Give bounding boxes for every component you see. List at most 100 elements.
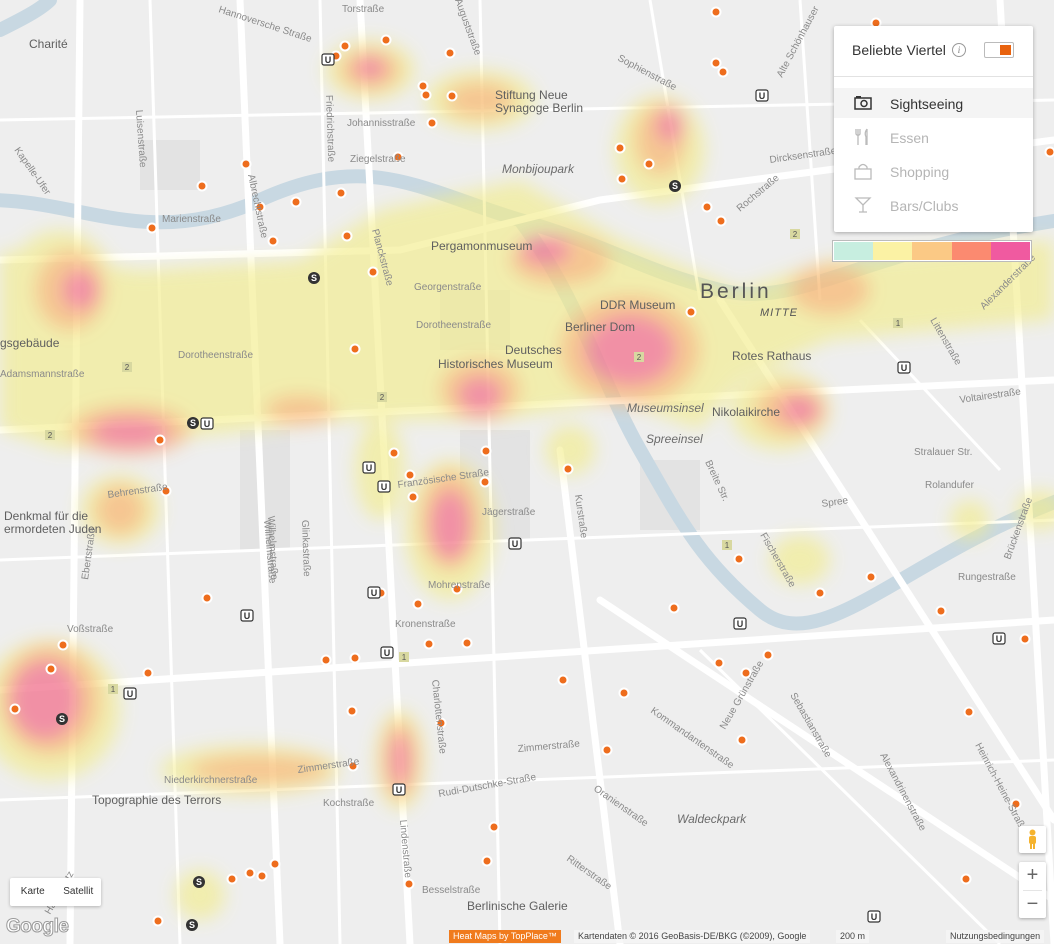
ubahn-icon[interactable]: U [381,482,388,492]
poi-label[interactable]: Berlinische Galerie [467,899,568,913]
poi-label[interactable]: Synagoge Berlin [495,101,583,115]
poi-label[interactable]: Nikolaikirche [712,405,780,419]
poi-label[interactable]: Rotes Rathaus [732,349,811,363]
ubahn-icon[interactable]: U [371,588,378,598]
map-type-satellit[interactable]: Satellit [56,878,102,906]
sbahn-icon[interactable]: S [311,273,317,283]
park-label: Waldeckpark [677,812,747,826]
sbahn-icon[interactable]: S [672,181,678,191]
ubahn-icon[interactable]: U [127,689,134,699]
scale-bar[interactable]: 200 m [836,930,870,943]
ubahn-icon[interactable]: U [512,539,519,549]
heatmap-toggle[interactable] [984,42,1014,58]
district-label: MITTE [760,307,798,319]
street-label: Georgenstraße [414,282,482,293]
terms-link[interactable]: Nutzungsbedingungen [946,930,1045,943]
street-label: Besselstraße [422,885,481,896]
shopping-bag-icon [854,163,872,180]
park-label: Museumsinsel [627,401,704,415]
street-label: Kronenstraße [395,619,456,630]
map-type-karte[interactable]: Karte [10,878,56,906]
cocktail-icon [854,197,872,213]
street-label: Stralauer Str. [914,447,972,458]
poi-label[interactable]: Charité [29,37,68,51]
panel-title: Beliebte Viertel [852,42,946,58]
poi-label[interactable]: Stiftung Neue [495,88,568,102]
route-badge-number: 2 [125,363,130,372]
street-label: Ziegelstraße [350,154,406,165]
map-attribution: Kartendaten © 2016 GeoBasis-DE/BKG (©200… [574,930,811,943]
category-label: Bars/Clubs [890,198,959,214]
street-label: Adamsmannstraße [0,369,85,380]
legend-swatch [834,242,874,260]
ubahn-icon[interactable]: U [901,363,908,373]
street-label: Jägerstraße [482,507,536,518]
toggle-knob [1000,45,1011,55]
sbahn-icon[interactable]: S [190,418,196,428]
ubahn-icon[interactable]: U [325,55,332,65]
route-badge-number: 2 [637,353,642,362]
category-label: Essen [890,130,929,146]
legend-swatch [912,242,952,260]
poi-label[interactable]: DDR Museum [600,298,675,312]
sbahn-icon[interactable]: S [59,714,65,724]
category-bars-clubs[interactable]: Bars/Clubs [834,190,1033,220]
poi-label[interactable]: Historisches Museum [438,357,553,371]
ubahn-icon[interactable]: U [871,912,878,922]
legend-swatch [951,242,991,260]
sbahn-icon[interactable]: S [189,920,195,930]
route-badge-number: 1 [725,541,730,550]
poi-label[interactable]: gsgebäude [0,336,60,350]
poi-label[interactable]: Deutsches [505,343,562,357]
ubahn-icon[interactable]: U [244,611,251,621]
category-essen[interactable]: Essen [834,122,1033,152]
ubahn-icon[interactable]: U [396,785,403,795]
street-label: Rolandufer [925,480,975,491]
category-sightseeing[interactable]: Sightseeing [834,88,1033,118]
route-badge-number: 1 [402,653,407,662]
sbahn-icon[interactable]: S [196,877,202,887]
pegman-icon [1029,829,1036,849]
street-label: Glinkastraße [299,520,312,577]
fork-knife-icon [855,128,868,145]
camera-icon [854,96,872,110]
ubahn-icon[interactable]: U [737,619,744,629]
legend-swatch [990,242,1031,260]
poi-label[interactable]: Topographie des Terrors [92,793,221,807]
google-logo[interactable]: Google [5,916,69,938]
map-type-control: Karte Satellit [10,878,101,906]
ubahn-icon[interactable]: U [366,463,373,473]
category-label: Sightseeing [890,96,964,112]
street-label: Kochstraße [323,798,375,809]
heatmap-credit-link[interactable]: Heat Maps by TopPlace™ [449,930,561,943]
route-badge-number: 1 [896,319,901,328]
route-badge-number: 2 [793,230,798,239]
category-label: Shopping [890,164,950,180]
poi-label[interactable]: Denkmal für die [4,509,88,523]
legend-swatch [873,242,913,260]
zoom-out-button[interactable]: − [1019,891,1046,919]
poi-label[interactable]: Berliner Dom [565,320,635,334]
street-label: Voßstraße [67,624,114,635]
ubahn-icon[interactable]: U [996,634,1003,644]
zoom-control: + − [1019,862,1046,918]
park-label: Monbijoupark [502,162,575,176]
street-label: Dorotheenstraße [178,350,253,361]
park-label: Spreeinsel [646,432,703,446]
street-label: Dorotheenstraße [416,320,491,331]
street-label: Marienstraße [162,214,221,225]
zoom-in-button[interactable]: + [1019,862,1046,890]
city-label: Berlin [700,280,772,303]
route-badge-number: 2 [48,431,53,440]
street-view-pegman[interactable] [1019,826,1046,853]
heatmap-control-panel: Beliebte Viertel i Sightseeing Essen Sho… [834,26,1033,232]
info-icon[interactable]: i [952,43,966,57]
street-label: Rungestraße [958,572,1016,583]
poi-label[interactable]: Pergamonmuseum [431,239,532,253]
category-shopping[interactable]: Shopping [834,156,1033,186]
ubahn-icon[interactable]: U [384,648,391,658]
ubahn-icon[interactable]: U [204,419,211,429]
panel-header: Beliebte Viertel i [834,26,1033,77]
route-badge-number: 1 [111,685,116,694]
ubahn-icon[interactable]: U [759,91,766,101]
